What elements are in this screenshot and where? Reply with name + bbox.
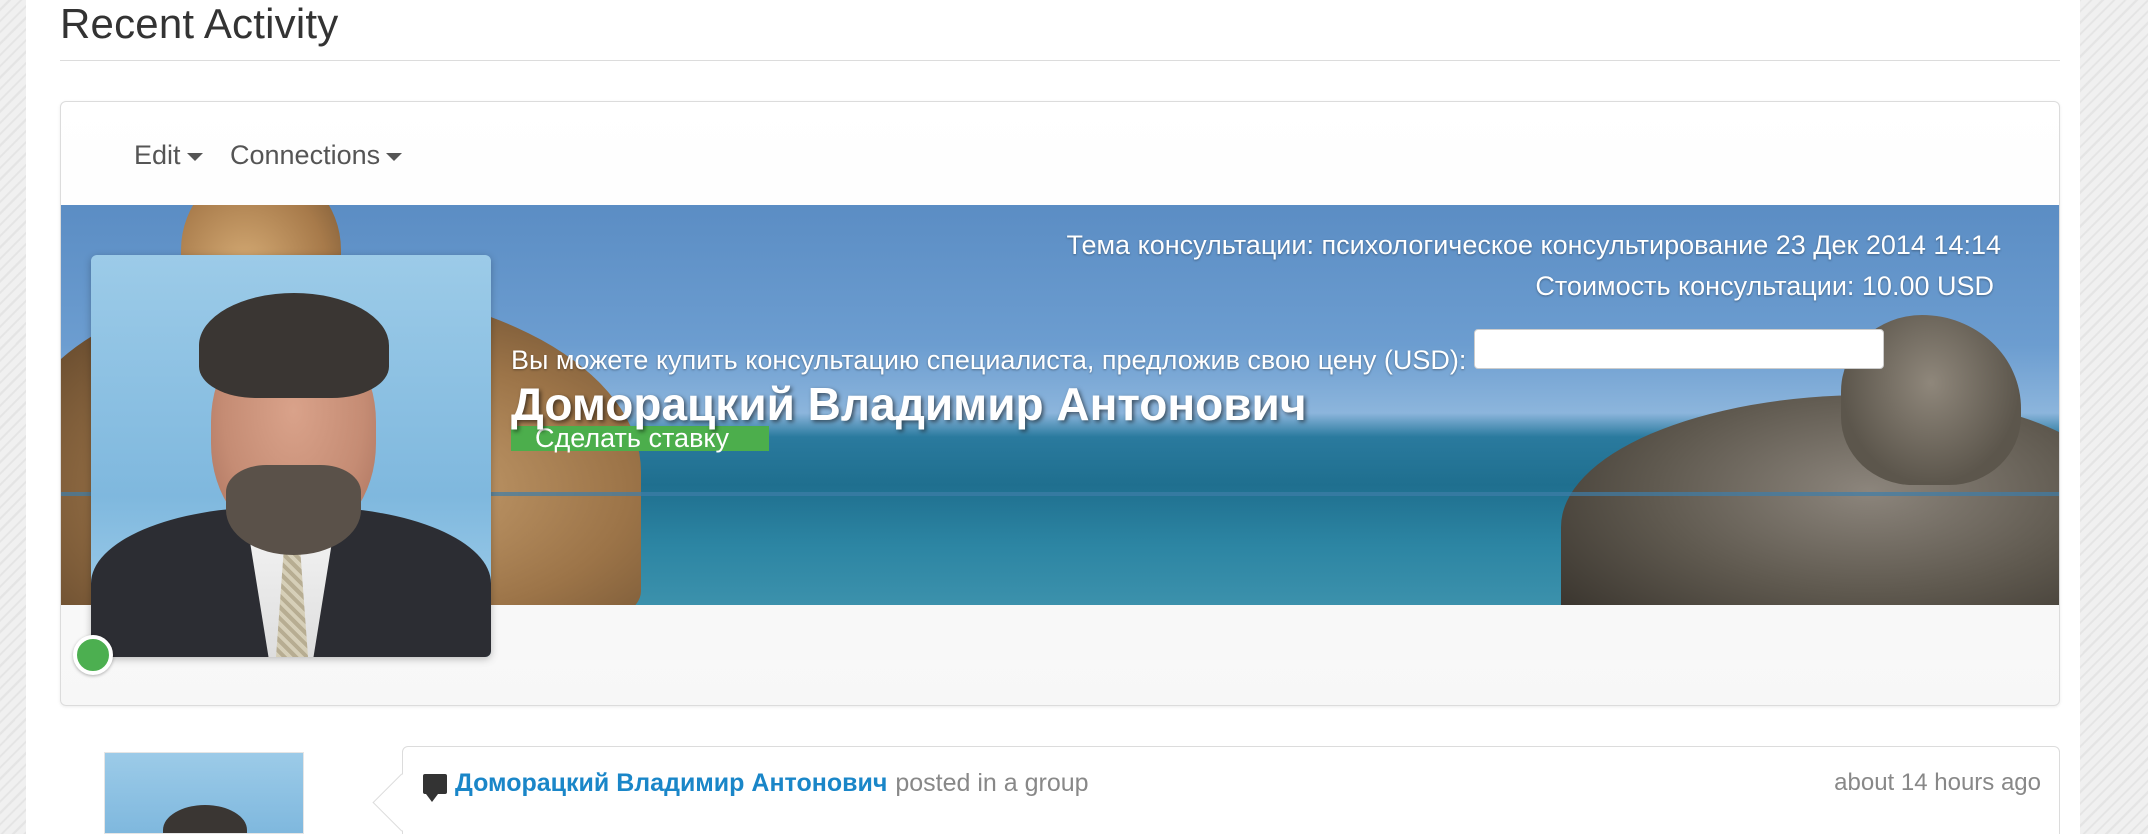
consultation-price: Стоимость консультации: 10.00 USD [1535, 271, 1994, 301]
avatar-hair [199, 293, 389, 398]
bid-offer-label: Вы можете купить консультацию специалист… [511, 345, 1467, 375]
activity-avatar-hair [163, 805, 247, 833]
online-status-icon [73, 635, 113, 675]
profile-card: Edit Connections Тема консультации: псих… [60, 101, 2060, 706]
activity-header: Доморацкий Владимир Антонович posted in … [423, 769, 1089, 802]
activity-verb: posted in a group [895, 769, 1089, 797]
connections-menu-label: Connections [230, 140, 381, 170]
page-title: Recent Activity [60, 0, 339, 47]
consultation-topic: Тема консультации: психологическое консу… [1066, 230, 2002, 260]
activity-item: Доморацкий Владимир Антонович posted in … [402, 746, 2060, 834]
bid-price-input[interactable] [1474, 328, 1885, 369]
activity-avatar[interactable] [104, 752, 304, 834]
profile-name: Доморацкий Владимир Антонович [511, 378, 1307, 430]
profile-toolbar: Edit Connections [61, 102, 2059, 205]
bid-offer-row: Вы можете купить консультацию специалист… [511, 328, 1885, 376]
title-divider [60, 60, 2060, 61]
caret-down-icon [386, 153, 403, 161]
profile-avatar[interactable] [91, 255, 491, 657]
avatar-beard [226, 465, 361, 555]
page-container: Recent Activity Edit Connections Тема ко… [26, 0, 2080, 834]
connections-menu-button[interactable]: Connections [230, 140, 403, 171]
caret-down-icon [186, 153, 203, 161]
edit-menu-label: Edit [134, 140, 181, 170]
edit-menu-button[interactable]: Edit [134, 140, 203, 171]
activity-timestamp: about 14 hours ago [1834, 769, 2041, 796]
comment-icon [423, 773, 447, 802]
activity-author-link[interactable]: Доморацкий Владимир Антонович [455, 769, 887, 798]
